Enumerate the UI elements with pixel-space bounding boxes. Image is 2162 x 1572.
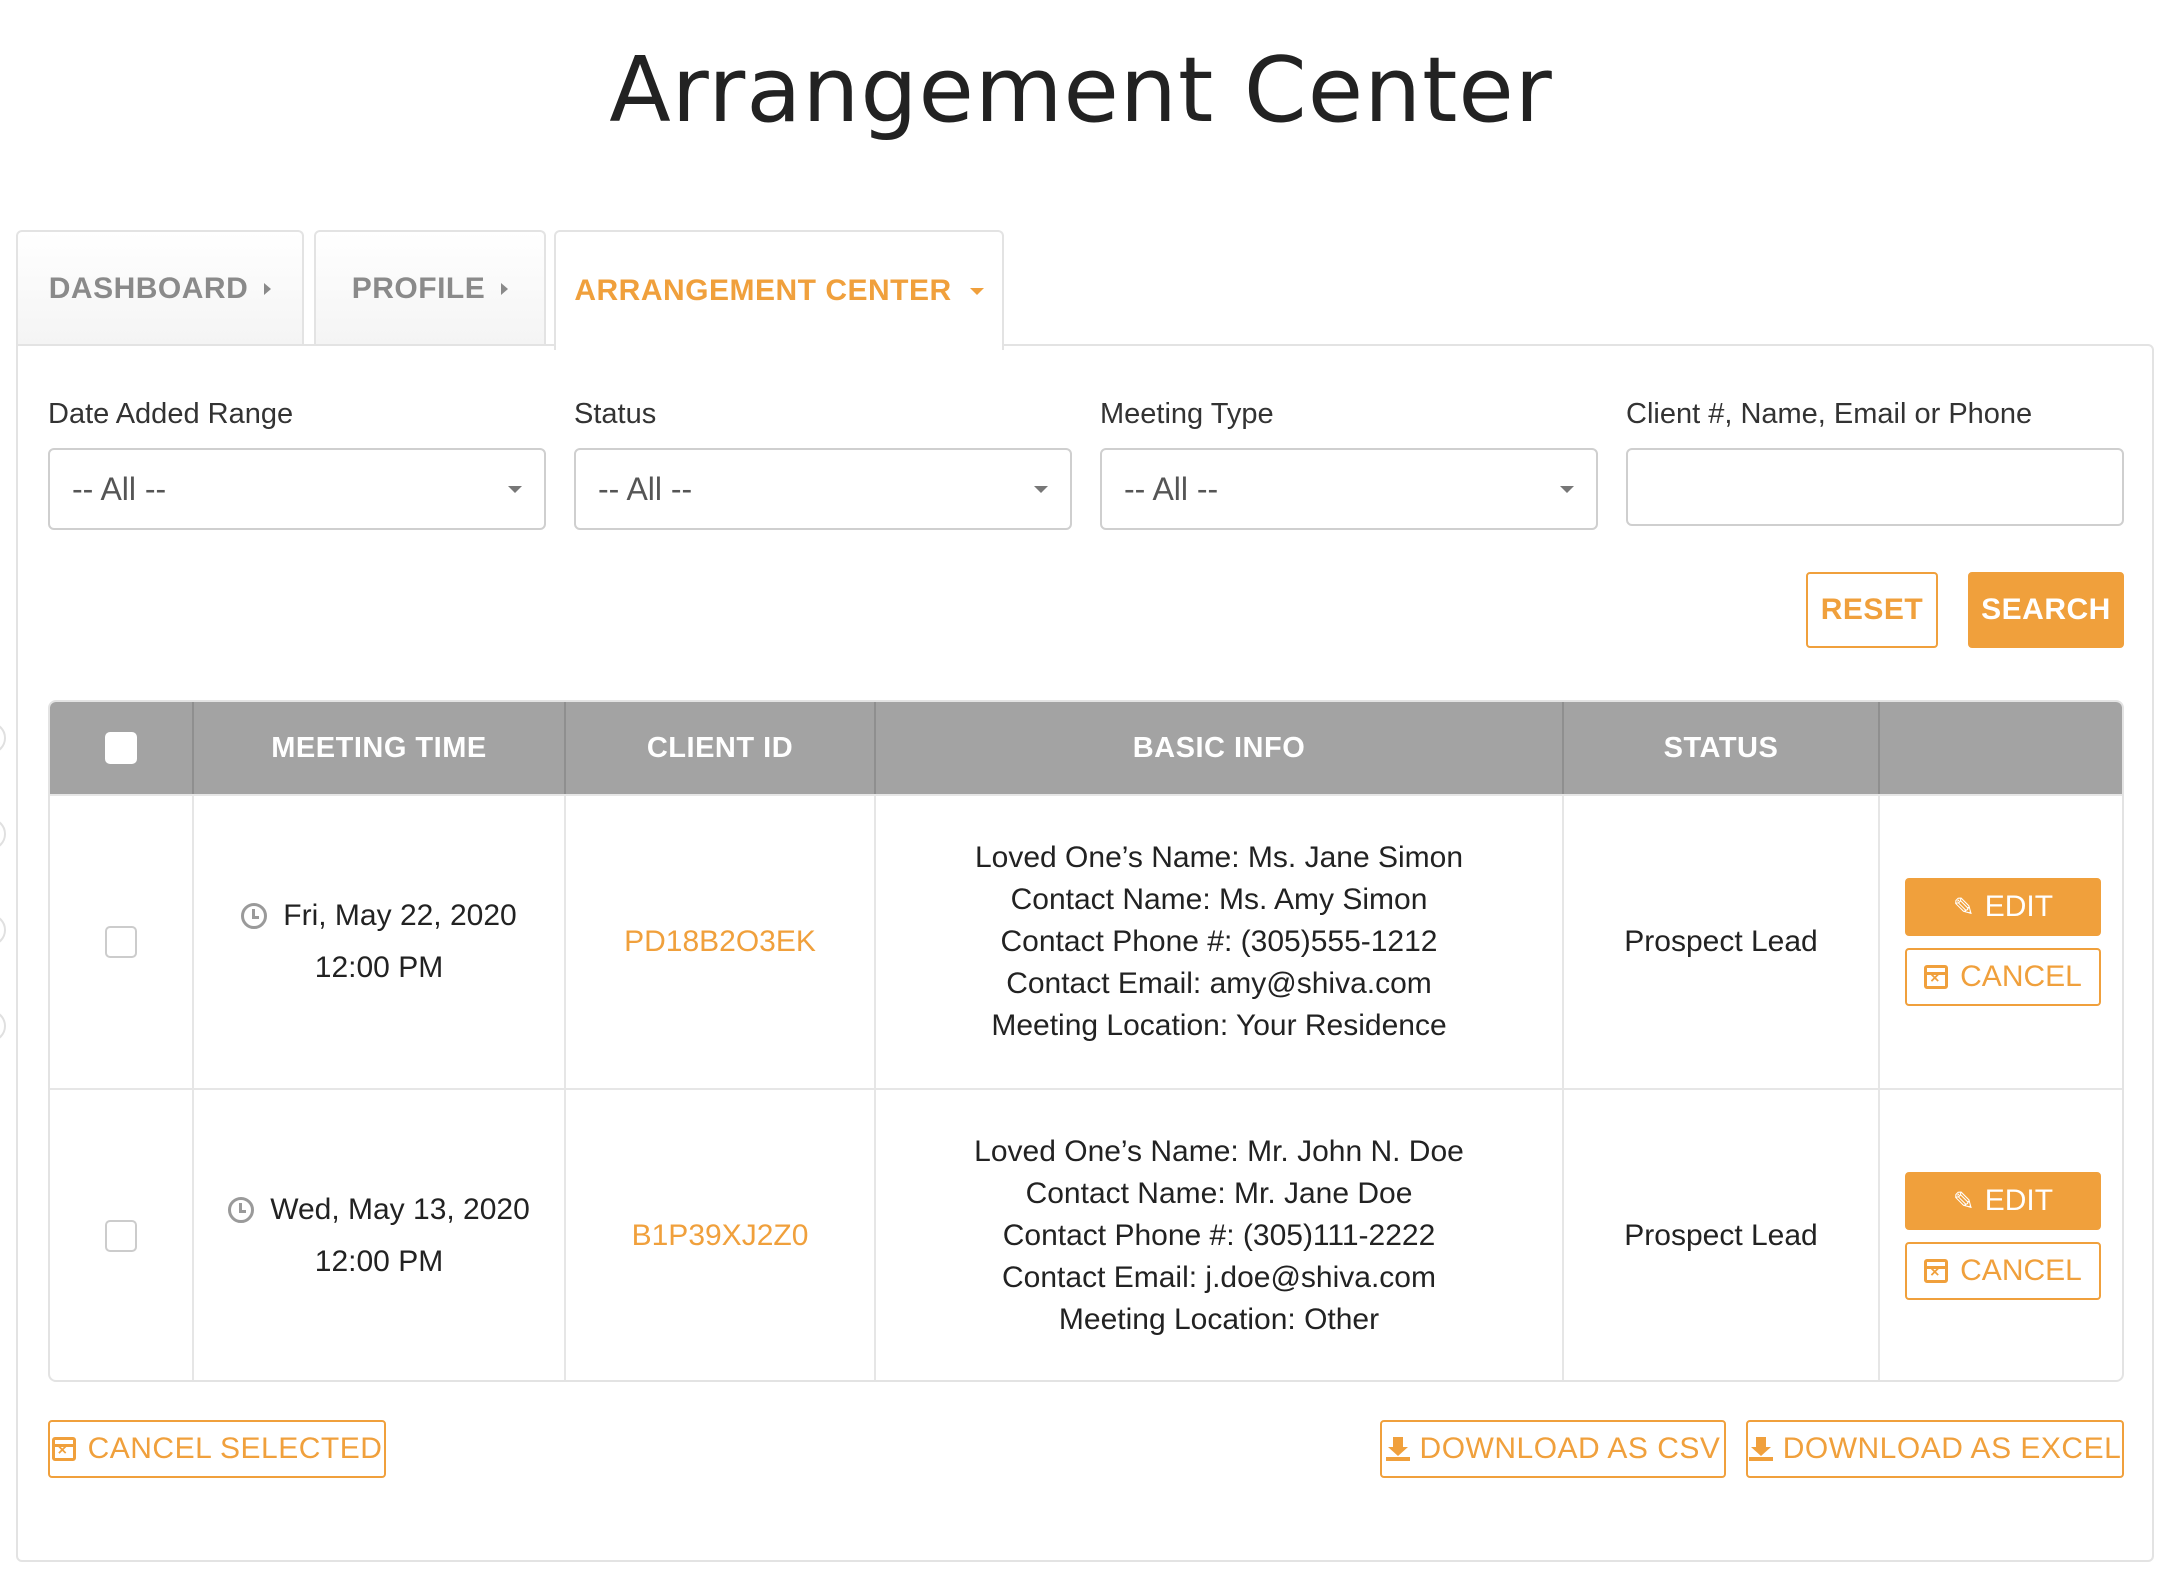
chevron-down-icon (1034, 486, 1048, 493)
cancel-button[interactable]: CANCEL (1905, 948, 2101, 1006)
chevron-down-icon (1560, 486, 1574, 493)
info-line: Contact Email: j.doe@shiva.com (1002, 1261, 1436, 1294)
cancel-selected-label: CANCEL SELECTED (87, 1432, 383, 1465)
arrangements-table: MEETING TIME CLIENT ID BASIC INFO STATUS… (48, 700, 2124, 1382)
clock-icon (241, 903, 268, 929)
download-icon (1385, 1437, 1410, 1461)
date-range-select[interactable]: -- All -- (48, 448, 546, 530)
edit-label: EDIT (1984, 1184, 2054, 1217)
edge-circle (0, 722, 6, 754)
meeting-date: Wed, May 13, 2020 (270, 1193, 530, 1226)
row-checkbox[interactable] (105, 1220, 137, 1252)
info-line: Loved One’s Name: Mr. John N. Doe (974, 1135, 1464, 1168)
tab-label: PROFILE (351, 272, 486, 305)
tab-label: ARRANGEMENT CENTER (574, 274, 952, 307)
meeting-type-value: -- All -- (1124, 470, 1219, 507)
edit-button[interactable]: ✎ EDIT (1905, 878, 2101, 936)
row-checkbox[interactable] (105, 926, 137, 958)
meeting-date: Fri, May 22, 2020 (283, 899, 517, 932)
caret-down-icon (969, 287, 984, 295)
cancel-label: CANCEL (1960, 1254, 2082, 1287)
row-select-cell (50, 1090, 194, 1380)
meeting-time: 12:00 PM (314, 1245, 444, 1278)
edge-circle (0, 818, 6, 850)
cancel-label: CANCEL (1960, 960, 2082, 993)
pencil-icon: ✎ (1952, 1185, 1975, 1216)
header-status[interactable]: STATUS (1564, 702, 1880, 794)
tab-arrangement-center[interactable]: ARRANGEMENT CENTER (554, 230, 1004, 350)
client-id-cell: PD18B2O3EK (566, 796, 876, 1088)
table-row: Fri, May 22, 2020 12:00 PM PD18B2O3EK Lo… (50, 794, 2122, 1088)
search-label: Client #, Name, Email or Phone (1626, 398, 2033, 430)
search-input[interactable] (1626, 448, 2124, 526)
actions-cell: ✎ EDIT CANCEL (1880, 796, 2122, 1088)
download-csv-label: DOWNLOAD AS CSV (1419, 1432, 1721, 1465)
info-line: Contact Phone #: (305)555-1212 (1000, 925, 1438, 958)
tab-profile[interactable]: PROFILE (314, 230, 546, 346)
reset-button[interactable]: RESET (1806, 572, 1938, 648)
basic-info-cell: Loved One’s Name: Mr. John N. Doe Contac… (876, 1090, 1564, 1380)
info-line: Contact Name: Ms. Amy Simon (1010, 883, 1428, 916)
info-line: Contact Phone #: (305)111-2222 (1002, 1219, 1436, 1252)
chevron-down-icon (508, 486, 522, 493)
download-icon (1748, 1437, 1773, 1461)
status-cell: Prospect Lead (1564, 796, 1880, 1088)
header-meeting-time[interactable]: MEETING TIME (194, 702, 566, 794)
header-select-all-cell (50, 702, 194, 794)
edit-label: EDIT (1984, 890, 2054, 923)
status-label: Status (574, 398, 657, 430)
info-line: Meeting Location: Your Residence (991, 1009, 1447, 1042)
date-range-value: -- All -- (72, 470, 167, 507)
client-id-link[interactable]: PD18B2O3EK (624, 925, 816, 959)
meeting-time-cell: Fri, May 22, 2020 12:00 PM (194, 796, 566, 1088)
caret-right-icon (264, 283, 272, 295)
meeting-time: 12:00 PM (314, 951, 444, 984)
status-text: Prospect Lead (1624, 925, 1818, 958)
info-line: Loved One’s Name: Ms. Jane Simon (974, 841, 1463, 874)
table-row: Wed, May 13, 2020 12:00 PM B1P39XJ2Z0 Lo… (50, 1088, 2122, 1380)
header-client-id[interactable]: CLIENT ID (566, 702, 876, 794)
cancel-selected-button[interactable]: CANCEL SELECTED (48, 1420, 386, 1478)
date-range-label: Date Added Range (48, 398, 294, 430)
download-excel-button[interactable]: DOWNLOAD AS EXCEL (1746, 1420, 2124, 1478)
info-line: Meeting Location: Other (1058, 1303, 1380, 1336)
actions-cell: ✎ EDIT CANCEL (1880, 1090, 2122, 1380)
status-value: -- All -- (598, 470, 693, 507)
calendar-cancel-icon (1924, 1259, 1949, 1283)
header-basic-info[interactable]: BASIC INFO (876, 702, 1564, 794)
download-csv-button[interactable]: DOWNLOAD AS CSV (1380, 1420, 1726, 1478)
meeting-type-label: Meeting Type (1100, 398, 1274, 430)
status-select[interactable]: -- All -- (574, 448, 1072, 530)
page-title: Arrangement Center (609, 38, 1553, 143)
edge-circle (0, 914, 6, 946)
search-button[interactable]: SEARCH (1968, 572, 2124, 648)
clock-icon (228, 1197, 255, 1223)
tab-dashboard[interactable]: DASHBOARD (16, 230, 304, 346)
status-text: Prospect Lead (1624, 1219, 1818, 1252)
client-id-cell: B1P39XJ2Z0 (566, 1090, 876, 1380)
caret-right-icon (501, 283, 509, 295)
header-actions (1880, 702, 2122, 794)
download-excel-label: DOWNLOAD AS EXCEL (1782, 1432, 2122, 1465)
meeting-type-select[interactable]: -- All -- (1100, 448, 1598, 530)
tab-label: DASHBOARD (48, 272, 249, 305)
client-id-link[interactable]: B1P39XJ2Z0 (632, 1219, 809, 1253)
edge-circle (0, 1010, 6, 1042)
select-all-checkbox[interactable] (105, 732, 137, 764)
table-header: MEETING TIME CLIENT ID BASIC INFO STATUS (50, 702, 2122, 794)
cancel-button[interactable]: CANCEL (1905, 1242, 2101, 1300)
status-cell: Prospect Lead (1564, 1090, 1880, 1380)
row-select-cell (50, 796, 194, 1088)
basic-info-cell: Loved One’s Name: Ms. Jane Simon Contact… (876, 796, 1564, 1088)
info-line: Contact Name: Mr. Jane Doe (1025, 1177, 1413, 1210)
calendar-cancel-icon (51, 1437, 76, 1461)
meeting-time-cell: Wed, May 13, 2020 12:00 PM (194, 1090, 566, 1380)
calendar-cancel-icon (1924, 965, 1949, 989)
edit-button[interactable]: ✎ EDIT (1905, 1172, 2101, 1230)
info-line: Contact Email: amy@shiva.com (1006, 967, 1432, 1000)
pencil-icon: ✎ (1952, 891, 1975, 922)
